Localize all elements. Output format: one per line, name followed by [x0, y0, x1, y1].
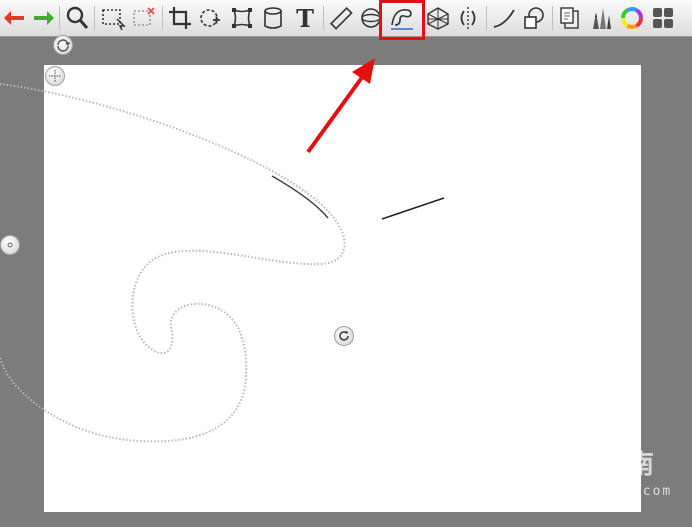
rotate-icon [339, 330, 349, 341]
red-arrow-shaft [306, 74, 365, 154]
drawn-line [381, 197, 445, 220]
move-icon [49, 70, 61, 82]
watermark-url: zhinan.sogou.com [515, 484, 673, 499]
handle-dot-icon [7, 242, 13, 248]
french-curve-guide [0, 83, 346, 443]
watermark-name: 搜狗指南 [547, 450, 656, 480]
red-arrow-head [352, 58, 375, 84]
drawn-stroke-on-curve [271, 175, 329, 219]
flip-guide-button[interactable] [53, 35, 73, 55]
watermark-logo: S [515, 446, 543, 474]
rotate-guide-button[interactable] [334, 326, 354, 346]
watermark: S 搜狗指南 zhinan.sogou.com [515, 444, 685, 504]
guide-handle-button[interactable] [0, 235, 20, 255]
flip-icon [57, 39, 70, 52]
move-guide-button[interactable] [45, 66, 65, 86]
